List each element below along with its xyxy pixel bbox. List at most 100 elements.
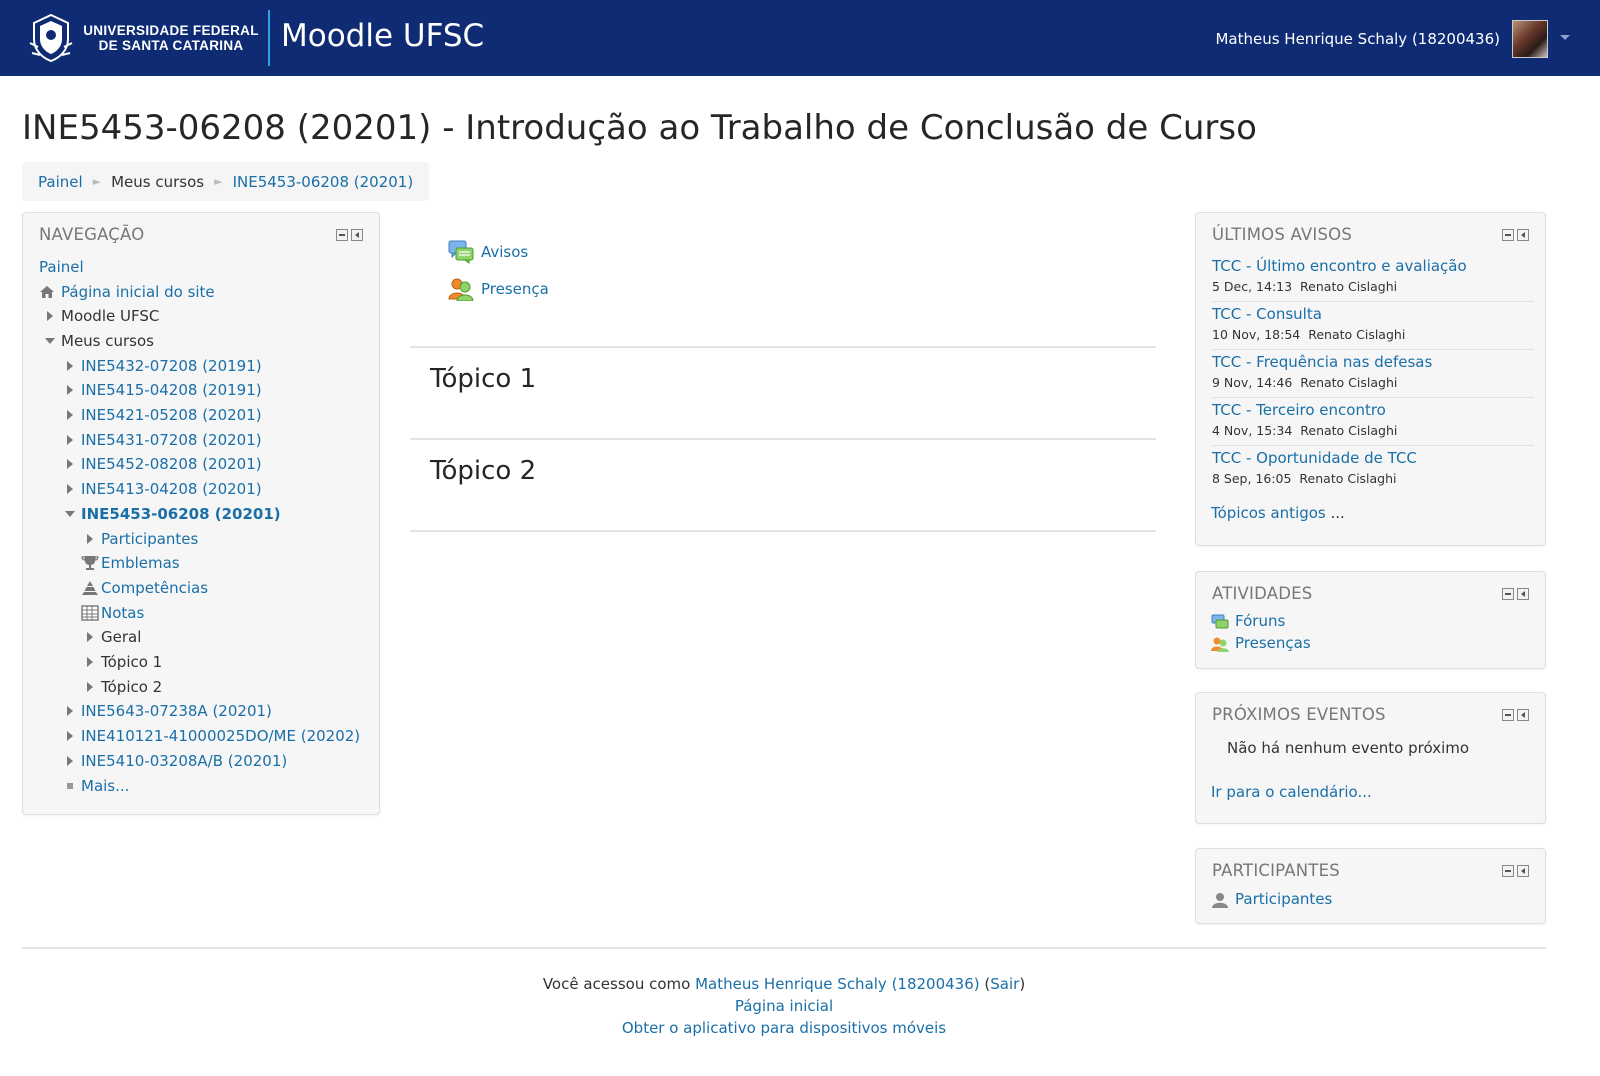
participants-item[interactable]: Participantes [1211, 890, 1332, 908]
nav-item-label[interactable]: INE5432-07208 (20191) [81, 357, 262, 375]
minimize-icon[interactable] [336, 229, 348, 241]
mobile-app-link[interactable]: Obter o aplicativo para dispositivos móv… [622, 1019, 946, 1037]
home-link[interactable]: Página inicial [735, 997, 833, 1015]
activity-forum-avisos[interactable]: Avisos [448, 240, 528, 264]
news-title-link[interactable]: TCC - Terceiro encontro [1212, 401, 1386, 419]
brand-divider [268, 10, 270, 66]
nav-item-label[interactable]: Mais... [81, 777, 129, 795]
news-meta: 10 Nov, 18:54 Renato Cislaghi [1212, 327, 1534, 342]
nav-item-badges[interactable]: Emblemas [79, 552, 180, 574]
dock-icon[interactable] [1517, 709, 1529, 721]
dock-icon[interactable] [351, 229, 363, 241]
nav-item-course[interactable]: INE5415-04208 (20191) [59, 379, 262, 401]
nav-item-label[interactable]: Competências [101, 579, 208, 597]
university-name: UNIVERSIDADE FEDERAL DE SANTA CATARINA [78, 23, 264, 53]
activity-type-link[interactable]: Fóruns [1235, 612, 1285, 630]
nav-item-course[interactable]: INE5431-07208 (20201) [59, 429, 262, 451]
nav-item-course[interactable]: INE5413-04208 (20201) [59, 478, 262, 500]
minimize-icon[interactable] [1502, 588, 1514, 600]
nav-item-label[interactable]: INE5453-06208 (20201) [81, 505, 281, 523]
nav-item-label[interactable]: Página inicial do site [61, 283, 215, 301]
nav-item-participants[interactable]: Participantes [79, 528, 198, 550]
nav-item-course[interactable]: INE410121-41000025DO/ME (20202) [59, 725, 360, 747]
news-title-link[interactable]: TCC - Oportunidade de TCC [1212, 449, 1417, 467]
news-meta: 8 Sep, 16:05 Renato Cislaghi [1212, 471, 1534, 486]
site-name[interactable]: Moodle UFSC [281, 18, 484, 54]
logout-link[interactable]: Sair [990, 975, 1019, 993]
news-title-link[interactable]: TCC - Consulta [1212, 305, 1322, 323]
nav-item-label[interactable]: Participantes [101, 530, 198, 548]
nav-item-competencies[interactable]: Competências [79, 577, 208, 599]
dock-icon[interactable] [1517, 229, 1529, 241]
collapse-icon[interactable] [59, 511, 81, 517]
collapse-icon[interactable] [39, 338, 61, 344]
calendar-link[interactable]: Ir para o calendário... [1211, 783, 1372, 801]
breadcrumb-item-painel[interactable]: Painel [38, 173, 83, 191]
expand-icon[interactable] [79, 682, 101, 692]
breadcrumb-separator-icon: ► [92, 175, 102, 188]
nav-item-section-geral[interactable]: Geral [79, 626, 141, 648]
expand-icon[interactable] [79, 534, 101, 544]
nav-item-label[interactable]: INE5431-07208 (20201) [81, 431, 262, 449]
nav-item-current-course[interactable]: INE5453-06208 (20201) [59, 503, 281, 525]
breadcrumb-item-meus-cursos: Meus cursos [111, 172, 205, 191]
nav-item-section-topic-1[interactable]: Tópico 1 [79, 651, 162, 673]
user-menu[interactable]: Matheus Henrique Schaly (18200436) [1215, 20, 1570, 58]
nav-item-label[interactable]: Notas [101, 604, 144, 622]
activity-type-link[interactable]: Presenças [1235, 634, 1311, 652]
dock-icon[interactable] [1517, 865, 1529, 877]
nav-item-painel[interactable]: Painel [39, 256, 84, 278]
site-brand[interactable]: UNIVERSIDADE FEDERAL DE SANTA CATARINA M… [28, 10, 484, 66]
nav-item-label[interactable]: INE410121-41000025DO/ME (20202) [81, 727, 360, 745]
nav-item-course[interactable]: INE5643-07238A (20201) [59, 700, 272, 722]
participants-link[interactable]: Participantes [1235, 890, 1332, 908]
activity-link[interactable]: Avisos [481, 243, 528, 261]
activity-type-attendance[interactable]: Presenças [1211, 634, 1311, 652]
activity-attendance-presenca[interactable]: Presença [448, 277, 549, 301]
nav-item-label[interactable]: INE5415-04208 (20191) [81, 381, 262, 399]
news-date: 8 Sep, 16:05 [1212, 471, 1292, 486]
minimize-icon[interactable] [1502, 229, 1514, 241]
nav-item-label[interactable]: INE5421-05208 (20201) [81, 406, 262, 424]
news-title-link[interactable]: TCC - Último encontro e avaliação [1212, 257, 1467, 275]
expand-icon[interactable] [59, 459, 81, 469]
nav-item-site-home[interactable]: Página inicial do site [39, 281, 215, 303]
nav-item-course[interactable]: INE5432-07208 (20191) [59, 355, 262, 377]
expand-icon[interactable] [59, 410, 81, 420]
nav-item-moodle-ufsc[interactable]: Moodle UFSC [39, 305, 159, 327]
avatar[interactable] [1512, 20, 1548, 58]
expand-icon[interactable] [59, 361, 81, 371]
expand-icon[interactable] [59, 385, 81, 395]
expand-icon[interactable] [59, 706, 81, 716]
user-name[interactable]: Matheus Henrique Schaly (18200436) [1215, 30, 1500, 48]
nav-item-label[interactable]: INE5410-03208A/B (20201) [81, 752, 287, 770]
footer-user-link[interactable]: Matheus Henrique Schaly (18200436) [695, 975, 980, 993]
breadcrumb-item-course[interactable]: INE5453-06208 (20201) [233, 173, 414, 191]
activity-type-forums[interactable]: Fóruns [1211, 612, 1285, 630]
activity-link[interactable]: Presença [481, 280, 549, 298]
expand-icon[interactable] [39, 311, 61, 321]
expand-icon[interactable] [59, 484, 81, 494]
chevron-down-icon[interactable] [1560, 34, 1570, 40]
nav-item-section-topic-2[interactable]: Tópico 2 [79, 676, 162, 698]
minimize-icon[interactable] [1502, 865, 1514, 877]
expand-icon[interactable] [79, 632, 101, 642]
nav-item-label[interactable]: INE5413-04208 (20201) [81, 480, 262, 498]
nav-item-grades[interactable]: Notas [79, 602, 144, 624]
dock-icon[interactable] [1517, 588, 1529, 600]
expand-icon[interactable] [79, 657, 101, 667]
nav-item-more[interactable]: Mais... [59, 775, 129, 797]
nav-item-label[interactable]: Emblemas [101, 554, 180, 572]
nav-item-course[interactable]: INE5410-03208A/B (20201) [59, 750, 287, 772]
nav-item-course[interactable]: INE5421-05208 (20201) [59, 404, 262, 426]
nav-item-label[interactable]: INE5452-08208 (20201) [81, 455, 262, 473]
nav-item-course[interactable]: INE5452-08208 (20201) [59, 453, 262, 475]
expand-icon[interactable] [59, 731, 81, 741]
nav-item-label[interactable]: INE5643-07238A (20201) [81, 702, 272, 720]
news-title-link[interactable]: TCC - Frequência nas defesas [1212, 353, 1432, 371]
expand-icon[interactable] [59, 756, 81, 766]
expand-icon[interactable] [59, 435, 81, 445]
nav-item-meus-cursos[interactable]: Meus cursos [39, 330, 154, 352]
minimize-icon[interactable] [1502, 709, 1514, 721]
older-topics-link[interactable]: Tópicos antigos [1211, 504, 1326, 522]
